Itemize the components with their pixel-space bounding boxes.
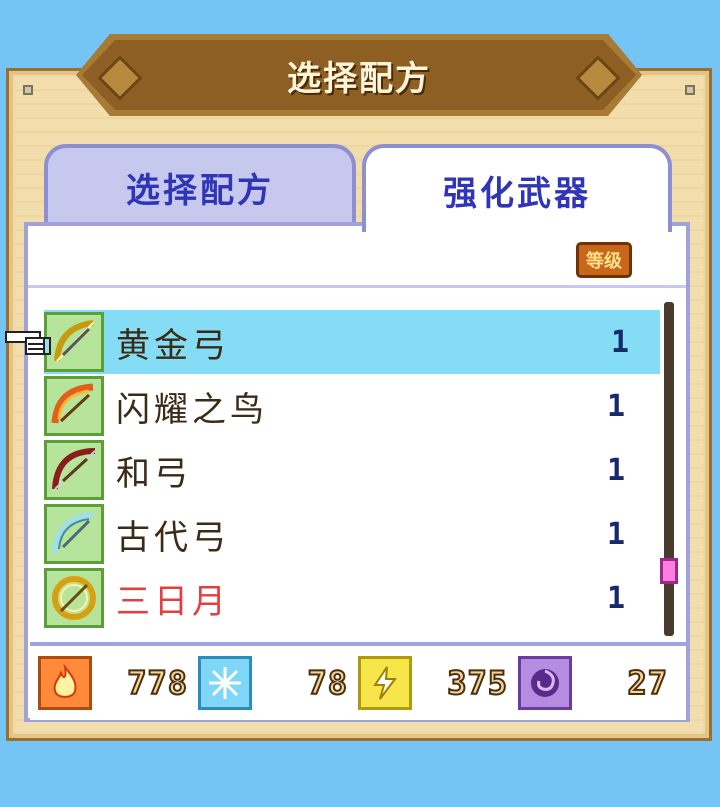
weapon-level: 1 (606, 580, 626, 616)
weapon-list: 黄金弓 1 闪耀之鸟 1 和弓 1 古代弓 1 三日月 1 (44, 310, 660, 630)
list-item-weapon[interactable]: 古代弓 1 (44, 502, 656, 566)
resource-bar: 778 78 375 27 (30, 642, 686, 720)
page-title: 选择配方 (287, 58, 431, 99)
list-header: 等级 (28, 226, 686, 288)
weapon-level: 1 (606, 452, 626, 488)
list-item-weapon[interactable]: 闪耀之鸟 1 (44, 374, 656, 438)
list-item-weapon[interactable]: 黄金弓 1 (44, 310, 660, 374)
screw-icon (685, 85, 695, 95)
screw-icon (23, 85, 33, 95)
weapon-name: 三日月 (116, 581, 230, 622)
golden-bow-icon (44, 312, 104, 372)
resource-value: 778 (126, 663, 188, 703)
weapon-name: 闪耀之鸟 (116, 389, 268, 430)
list-item-weapon[interactable]: 三日月 1 (44, 566, 656, 630)
weapon-name: 古代弓 (116, 517, 230, 558)
resource-value: 27 (626, 663, 668, 703)
lightning-icon (358, 656, 412, 710)
weapon-level: 1 (606, 388, 626, 424)
tab-select-recipe[interactable]: 选择配方 (44, 144, 356, 226)
fire-icon (38, 656, 92, 710)
resource-thunder: 375 (358, 656, 518, 710)
resource-ice: 78 (198, 656, 358, 710)
dark-vortex-icon (518, 656, 572, 710)
ancient-bow-icon (44, 504, 104, 564)
tab-enhance-weapon[interactable]: 强化武器 (362, 144, 672, 232)
list-item-weapon[interactable]: 和弓 1 (44, 438, 656, 502)
ice-snowflake-icon (198, 656, 252, 710)
shining-bird-bow-icon (44, 376, 104, 436)
weapon-level: 1 (606, 516, 626, 552)
scrollbar-track[interactable] (664, 302, 674, 636)
japanese-bow-icon (44, 440, 104, 500)
resource-dark: 27 (518, 656, 678, 710)
weapon-name: 黄金弓 (116, 325, 230, 366)
crescent-moon-bow-icon (44, 568, 104, 628)
weapon-level: 1 (610, 324, 630, 360)
scrollbar-thumb[interactable] (660, 558, 678, 584)
level-column-badge: 等级 (576, 242, 632, 278)
weapon-name: 和弓 (116, 453, 192, 494)
pointing-hand-icon (4, 324, 52, 360)
resource-fire: 778 (38, 656, 198, 710)
resource-value: 375 (446, 663, 508, 703)
resource-value: 78 (306, 663, 348, 703)
